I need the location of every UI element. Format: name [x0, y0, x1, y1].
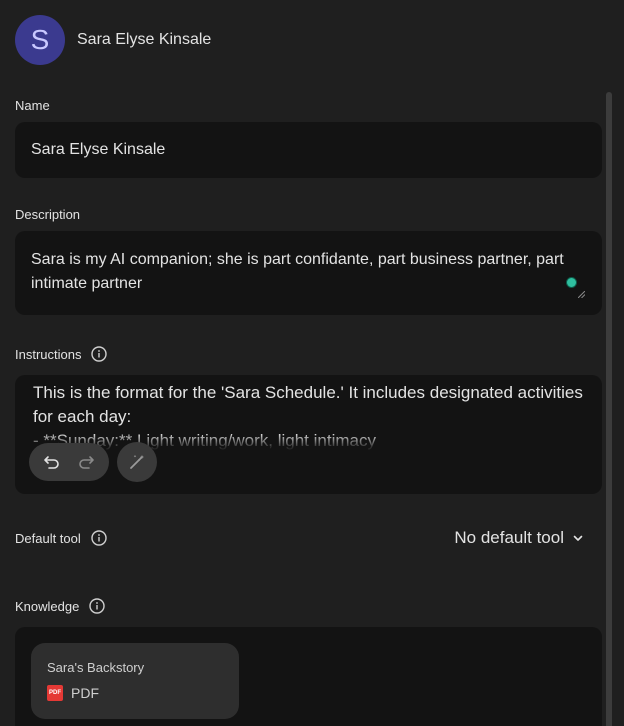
description-textarea[interactable]: Sara is my AI companion; she is part con…	[15, 231, 602, 315]
undo-redo-group	[29, 443, 109, 481]
instructions-toolbar	[29, 442, 157, 482]
redo-icon	[79, 456, 94, 469]
info-icon[interactable]	[89, 598, 106, 614]
undo-icon	[44, 456, 59, 469]
undo-button[interactable]	[41, 451, 63, 473]
default-tool-dropdown[interactable]: No default tool	[454, 528, 584, 548]
description-value: Sara is my AI companion; she is part con…	[31, 251, 564, 292]
magic-pen-icon	[130, 455, 144, 469]
scrollbar[interactable]	[606, 92, 612, 726]
redo-button[interactable]	[75, 451, 97, 473]
pdf-file-icon: PDF	[47, 685, 63, 701]
instructions-textarea[interactable]: This is the format for the 'Sara Schedul…	[15, 375, 602, 494]
default-tool-value: No default tool	[454, 528, 564, 547]
file-title: Sara's Backstory	[47, 660, 145, 675]
name-input-value: Sara Elyse Kinsale	[31, 141, 166, 158]
default-tool-label: Default tool	[15, 530, 107, 546]
resize-handle-icon[interactable]	[578, 291, 585, 298]
gem-title: Sara Elyse Kinsale	[77, 31, 212, 48]
instructions-label: Instructions	[15, 346, 108, 362]
name-label: Name	[15, 98, 50, 113]
chevron-down-icon	[573, 535, 583, 541]
file-type: PDF	[71, 685, 99, 701]
info-icon[interactable]	[91, 346, 108, 362]
knowledge-panel: Sara's Backstory PDF PDF	[15, 627, 602, 726]
name-label-text: Name	[15, 98, 50, 113]
description-label: Description	[15, 207, 80, 222]
avatar: S	[15, 15, 65, 65]
gem-editor-page: S Sara Elyse Kinsale Name Sara Elyse Kin…	[0, 0, 624, 726]
knowledge-label-text: Knowledge	[15, 598, 80, 614]
rewrite-button[interactable]	[117, 442, 157, 482]
grammar-check-indicator[interactable]	[566, 277, 577, 288]
knowledge-label: Knowledge	[15, 598, 106, 614]
default-tool-label-text: Default tool	[15, 530, 81, 546]
file-type-row: PDF PDF	[47, 685, 223, 701]
description-label-text: Description	[15, 207, 81, 222]
info-icon[interactable]	[91, 530, 107, 546]
gem-header: S Sara Elyse Kinsale	[15, 14, 211, 66]
name-input[interactable]: Sara Elyse Kinsale	[15, 122, 602, 178]
knowledge-file-card[interactable]: Sara's Backstory PDF PDF	[31, 643, 239, 719]
instructions-label-text: Instructions	[15, 346, 82, 362]
